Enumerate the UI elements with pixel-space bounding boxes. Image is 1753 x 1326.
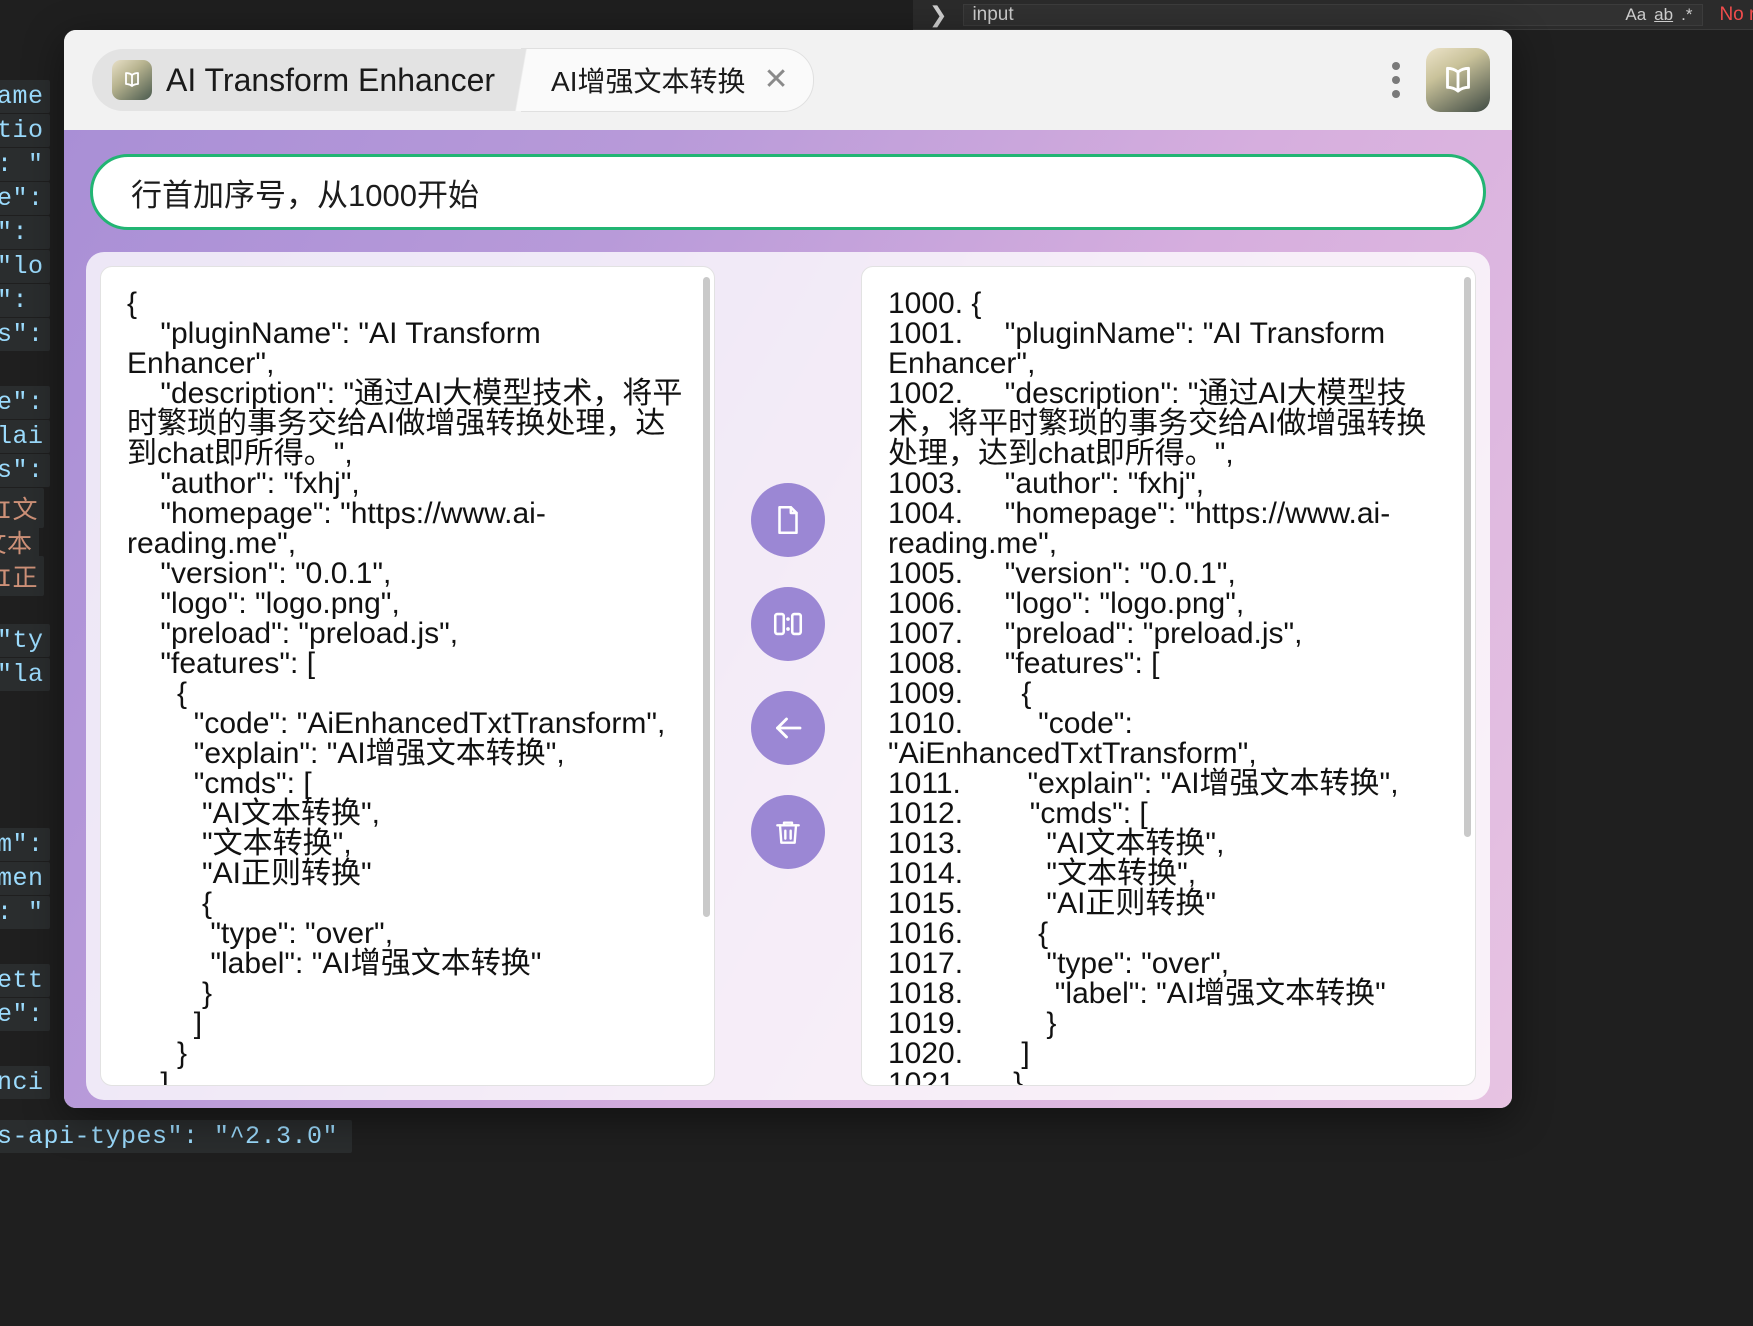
app-titlebar: AI Transform Enhancer AI增强文本转换 ✕ (64, 30, 1512, 130)
tab-active-command-label: AI增强文本转换 (551, 66, 746, 97)
backdrop-code-line: ode": (0, 386, 50, 419)
arrow-left-icon (770, 710, 806, 746)
source-pane-scroll[interactable]: { "pluginName": "AI Transform Enhancer",… (101, 267, 714, 1086)
find-input[interactable] (970, 2, 1622, 27)
more-vertical-icon[interactable] (1384, 56, 1408, 104)
backdrop-code-line: r": " (0, 148, 50, 181)
tab-plugin-name-label: AI Transform Enhancer (166, 61, 496, 98)
backdrop-code-line: "la (0, 658, 50, 691)
prompt-input[interactable] (129, 173, 1447, 211)
source-scrollbar[interactable] (703, 277, 710, 1075)
copy-document-button[interactable] (751, 483, 825, 557)
titlebar-actions (1384, 48, 1490, 112)
backdrop-code-line: age": (0, 182, 50, 215)
backdrop-code-line: ols-api-types": "^2.3.0" (0, 1120, 352, 1153)
backdrop-code-line: ad": (0, 284, 50, 317)
backdrop-code-line: orm": (0, 828, 50, 861)
find-widget: ❯ Aa ab .* No results ↑ ↓ (913, 0, 1753, 30)
app-window: AI Transform Enhancer AI增强文本转换 ✕ 行首加序号，从… (64, 30, 1512, 1108)
match-case-icon[interactable]: Aa (1621, 5, 1650, 25)
regex-icon[interactable]: .* (1677, 5, 1696, 25)
tab-active-command[interactable]: AI增强文本转换 ✕ (507, 48, 814, 112)
tab-plugin-name[interactable]: AI Transform Enhancer (92, 49, 522, 111)
app-book-icon[interactable] (1426, 48, 1490, 112)
backdrop-code-line: nName (0, 80, 50, 113)
backdrop-code-line: iptio (0, 114, 50, 147)
backdrop-code-line: : "lo (0, 250, 50, 283)
backdrop-code-line: n": " (0, 896, 50, 929)
backdrop-code-line: xplai (0, 420, 50, 453)
backdrop-code-line: opmen (0, 862, 50, 895)
close-icon[interactable]: ✕ (764, 65, 789, 95)
panes-container: { "pluginName": "AI Transform Enhancer",… (86, 252, 1490, 1100)
backdrop-code-line: mds": (0, 454, 50, 487)
find-input-wrapper[interactable]: Aa ab .* (963, 2, 1704, 27)
backdrop-code-line: on": (0, 216, 50, 249)
app-body: { "pluginName": "AI Transform Enhancer",… (64, 130, 1512, 1108)
result-scrollbar[interactable] (1464, 277, 1471, 1075)
source-pane[interactable]: { "pluginName": "AI Transform Enhancer",… (100, 266, 715, 1086)
compare-diff-button[interactable] (751, 587, 825, 661)
trash-icon (772, 816, 804, 848)
result-pane-scroll[interactable]: 1000. { 1001. "pluginName": "AI Transfor… (862, 267, 1475, 1086)
delete-button[interactable] (751, 795, 825, 869)
backdrop-code-line: "AI正 (0, 556, 45, 596)
result-text: 1000. { 1001. "pluginName": "AI Transfor… (888, 287, 1427, 1086)
whole-word-icon[interactable]: ab (1650, 5, 1677, 25)
apply-back-button[interactable] (751, 691, 825, 765)
backdrop-code-line: nSett (0, 964, 50, 997)
backdrop-code-line: "ty (0, 624, 50, 657)
chevron-right-icon[interactable]: ❯ (923, 3, 953, 26)
backdrop-code-line: denci (0, 1066, 50, 1099)
backdrop-code-line: gle": (0, 998, 50, 1031)
book-icon (112, 60, 152, 100)
result-pane[interactable]: 1000. { 1001. "pluginName": "AI Transfor… (861, 266, 1476, 1086)
action-rail (715, 266, 861, 1086)
prompt-area (86, 154, 1490, 252)
document-icon (771, 503, 805, 537)
backdrop-code-line: res": (0, 318, 50, 351)
tab-strip: AI Transform Enhancer AI增强文本转换 ✕ (92, 48, 814, 112)
split-columns-icon (771, 607, 805, 641)
find-status-text: No results (1719, 3, 1753, 25)
source-text: { "pluginName": "AI Transform Enhancer",… (127, 287, 683, 1086)
prompt-box[interactable] (90, 154, 1486, 230)
